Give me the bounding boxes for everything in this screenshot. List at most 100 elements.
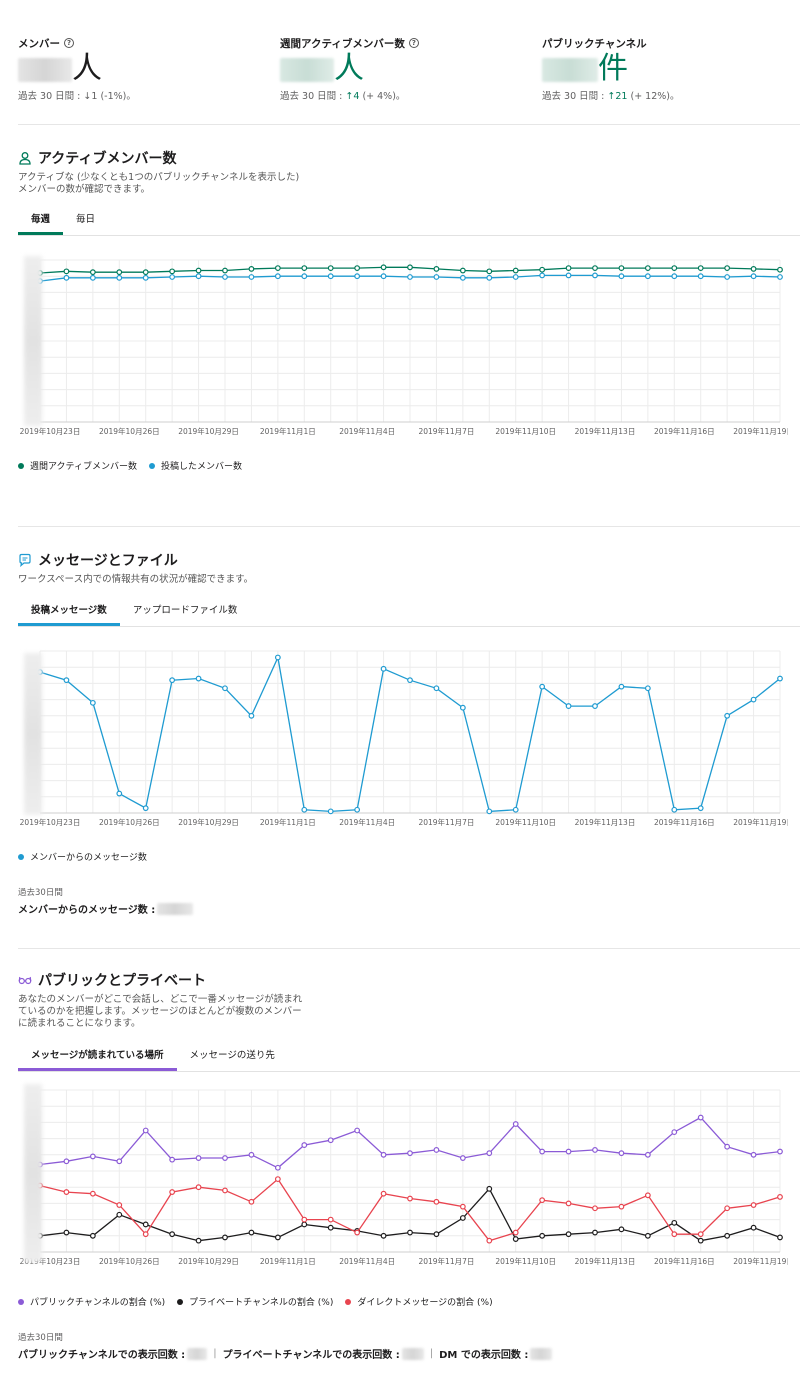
data-point[interactable] — [512, 806, 519, 813]
data-point[interactable] — [327, 808, 334, 815]
data-point[interactable] — [512, 1236, 519, 1242]
data-point[interactable] — [354, 1127, 361, 1134]
data-point[interactable] — [539, 266, 546, 273]
data-point[interactable] — [89, 274, 96, 281]
data-point[interactable] — [539, 1197, 546, 1204]
data-point[interactable] — [222, 1187, 228, 1194]
data-point[interactable] — [169, 268, 176, 275]
data-point[interactable] — [697, 273, 704, 280]
data-point[interactable] — [380, 264, 387, 271]
data-point[interactable] — [618, 265, 625, 272]
data-point[interactable] — [89, 1232, 96, 1239]
data-point[interactable] — [671, 265, 678, 272]
data-point[interactable] — [618, 1226, 625, 1233]
data-point[interactable] — [433, 1231, 440, 1238]
data-point[interactable] — [486, 274, 493, 281]
data-point[interactable] — [354, 806, 361, 813]
data-point[interactable] — [354, 265, 361, 272]
data-point[interactable] — [777, 1194, 783, 1200]
data-point[interactable] — [169, 677, 176, 684]
data-point[interactable] — [222, 685, 228, 692]
data-point[interactable] — [777, 1234, 783, 1241]
data-point[interactable] — [407, 1150, 413, 1157]
data-point[interactable] — [301, 1142, 308, 1148]
data-point[interactable] — [724, 1232, 731, 1239]
data-point[interactable] — [380, 1151, 387, 1158]
data-point[interactable] — [63, 274, 70, 281]
data-point[interactable] — [724, 712, 731, 719]
data-point[interactable] — [407, 1195, 413, 1202]
data-point[interactable] — [539, 683, 546, 690]
data-point[interactable] — [301, 806, 308, 813]
data-point[interactable] — [248, 1229, 255, 1236]
data-point[interactable] — [274, 1234, 281, 1241]
data-point[interactable] — [565, 1231, 572, 1238]
data-point[interactable] — [195, 675, 202, 682]
data-point[interactable] — [327, 265, 334, 272]
data-point[interactable] — [512, 274, 519, 280]
tab-weekly[interactable]: 毎週 — [18, 211, 64, 235]
data-point[interactable] — [539, 272, 546, 279]
data-point[interactable] — [89, 699, 96, 706]
data-point[interactable] — [142, 1127, 149, 1134]
data-point[interactable] — [222, 267, 228, 274]
data-point[interactable] — [222, 274, 228, 280]
data-point[interactable] — [63, 1189, 70, 1195]
data-point[interactable] — [459, 267, 466, 274]
data-point[interactable] — [697, 265, 704, 272]
tab-daily[interactable]: 毎日 — [63, 211, 108, 235]
data-point[interactable] — [539, 1148, 546, 1155]
data-point[interactable] — [248, 712, 255, 719]
data-point[interactable] — [327, 273, 334, 280]
data-point[interactable] — [618, 1150, 625, 1157]
data-point[interactable] — [195, 1184, 202, 1191]
data-point[interactable] — [433, 266, 440, 272]
data-point[interactable] — [459, 1203, 466, 1210]
data-point[interactable] — [380, 665, 387, 672]
data-point[interactable] — [724, 1205, 731, 1212]
data-point[interactable] — [380, 1190, 387, 1197]
data-point[interactable] — [724, 265, 731, 272]
data-point[interactable] — [750, 696, 757, 703]
data-point[interactable] — [327, 1224, 334, 1231]
data-point[interactable] — [222, 1155, 228, 1161]
data-point[interactable] — [618, 1203, 625, 1210]
data-point[interactable] — [274, 654, 281, 661]
data-point[interactable] — [486, 268, 493, 275]
data-point[interactable] — [592, 265, 598, 272]
data-point[interactable] — [777, 274, 783, 280]
data-point[interactable] — [116, 1202, 123, 1208]
data-point[interactable] — [433, 274, 440, 280]
data-point[interactable] — [459, 1155, 466, 1161]
data-point[interactable] — [407, 264, 413, 271]
data-point[interactable] — [565, 265, 572, 272]
data-point[interactable] — [169, 1231, 176, 1238]
data-point[interactable] — [750, 266, 757, 272]
data-point[interactable] — [459, 274, 466, 281]
data-point[interactable] — [671, 1231, 678, 1238]
data-point[interactable] — [565, 272, 572, 279]
help-icon[interactable]: ? — [408, 38, 419, 48]
data-point[interactable] — [301, 273, 308, 280]
data-point[interactable] — [248, 274, 255, 280]
data-point[interactable] — [592, 1147, 598, 1153]
data-point[interactable] — [248, 266, 255, 272]
data-point[interactable] — [116, 269, 123, 276]
data-point[interactable] — [459, 1215, 466, 1221]
data-point[interactable] — [486, 808, 493, 815]
data-point[interactable] — [142, 269, 149, 276]
data-point[interactable] — [248, 1151, 255, 1158]
data-point[interactable] — [592, 1205, 598, 1212]
data-point[interactable] — [195, 267, 202, 274]
data-point[interactable] — [433, 1198, 440, 1205]
data-point[interactable] — [89, 269, 96, 276]
data-point[interactable] — [750, 1202, 757, 1208]
data-point[interactable] — [89, 1153, 96, 1160]
data-point[interactable] — [407, 677, 413, 684]
data-point[interactable] — [142, 1231, 149, 1238]
data-point[interactable] — [380, 1232, 387, 1239]
data-point[interactable] — [644, 265, 651, 272]
tab-posted-messages[interactable]: 投稿メッセージ数 — [18, 602, 120, 626]
data-point[interactable] — [433, 1147, 440, 1153]
data-point[interactable] — [274, 1164, 281, 1171]
